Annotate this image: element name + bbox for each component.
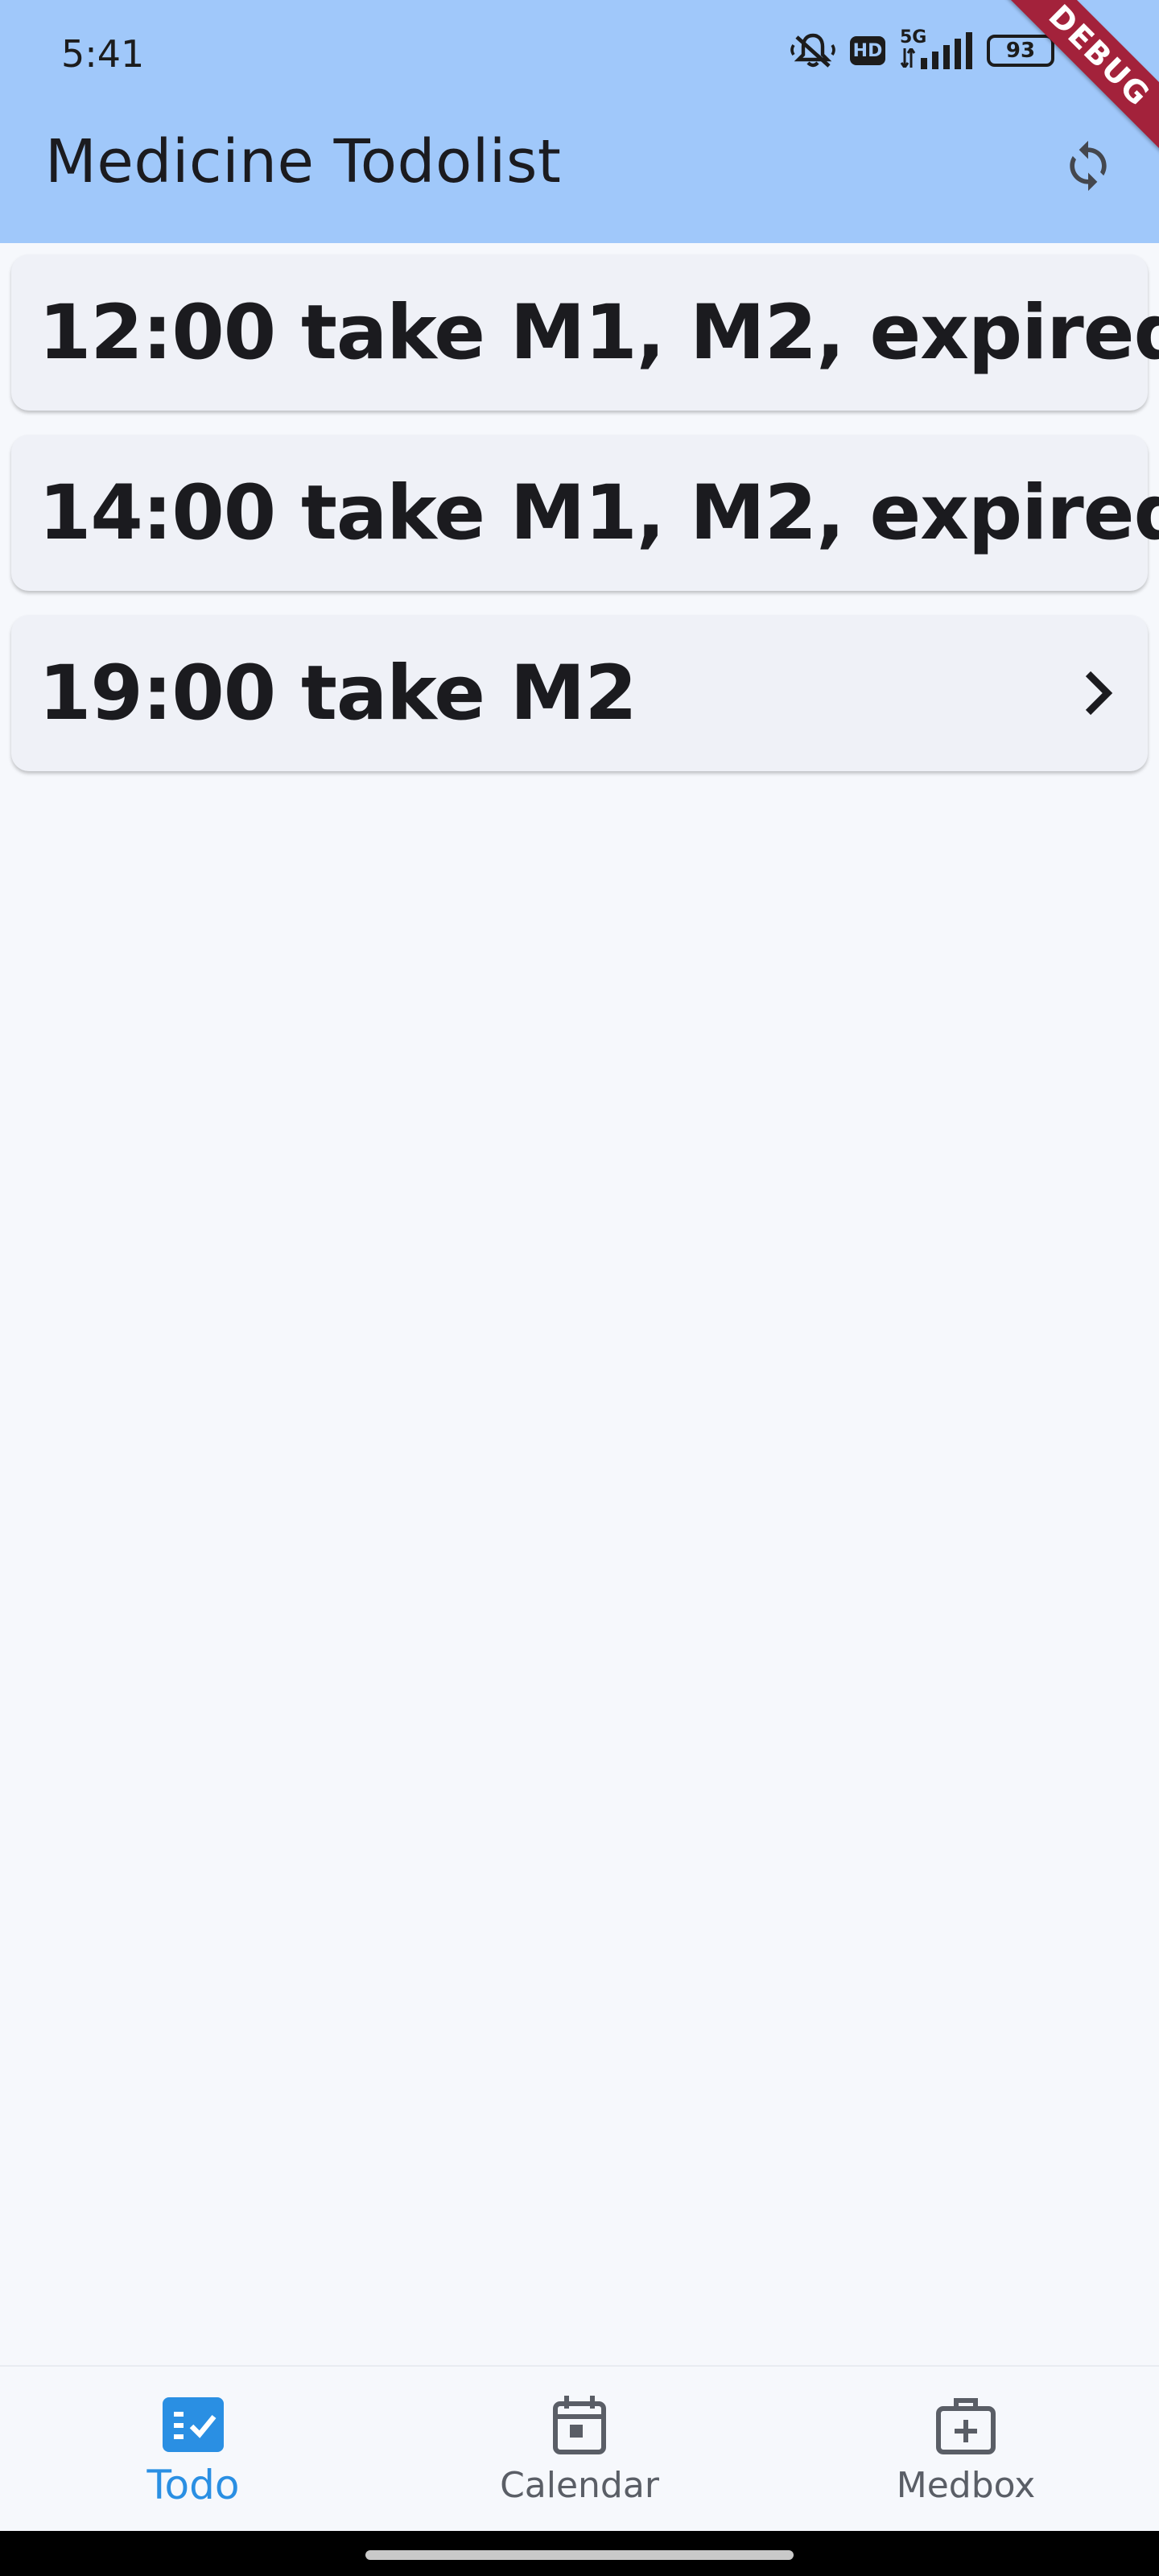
hd-label: HD: [852, 40, 883, 61]
battery-icon: 93: [987, 35, 1054, 67]
todo-item[interactable]: 19:00 take M2: [11, 615, 1148, 771]
refresh-button[interactable]: [1050, 127, 1127, 204]
hd-icon: HD: [850, 36, 885, 65]
calendar-icon: [552, 2392, 607, 2457]
medkit-icon: [935, 2392, 996, 2457]
status-icons: HD 5G 93: [790, 27, 1054, 71]
page-title: Medicine Todolist: [45, 127, 562, 196]
todo-item[interactable]: 12:00 take M1, M2, expired: [11, 254, 1159, 411]
system-navigation-bar: [0, 2531, 1159, 2576]
todo-item-text: 14:00 take M1, M2, expired: [39, 469, 1159, 557]
chevron-right-icon: [1075, 669, 1124, 717]
nav-label-calendar: Calendar: [500, 2465, 659, 2506]
gesture-handle[interactable]: [365, 2550, 794, 2560]
refresh-icon: [1070, 140, 1107, 192]
todo-item[interactable]: 14:00 take M1, M2, expired: [11, 435, 1159, 591]
mute-icon: [790, 33, 835, 68]
nav-item-calendar[interactable]: Calendar: [386, 2367, 773, 2533]
todo-list-icon: [163, 2392, 224, 2457]
signal-icon: 5G: [900, 27, 972, 71]
todo-item-text: 12:00 take M1, M2, expired: [39, 288, 1159, 377]
screen: 5:41 HD 5G 93 Medicine Todolist DEBUG 12…: [0, 0, 1159, 2576]
bottom-navigation: Todo Calendar Medbox: [0, 2365, 1159, 2533]
nav-item-medbox[interactable]: Medbox: [773, 2367, 1159, 2533]
todo-list: 12:00 take M1, M2, expired 14:00 take M1…: [11, 254, 1159, 795]
nav-label-medbox: Medbox: [896, 2465, 1036, 2506]
todo-item-text: 19:00 take M2: [39, 649, 637, 737]
nav-item-todo[interactable]: Todo: [0, 2367, 386, 2533]
battery-level: 93: [1005, 39, 1036, 63]
app-bar: 5:41 HD 5G 93 Medicine Todolist DEBUG: [0, 0, 1159, 243]
nav-label-todo: Todo: [146, 2462, 240, 2508]
status-time: 5:41: [61, 32, 145, 76]
